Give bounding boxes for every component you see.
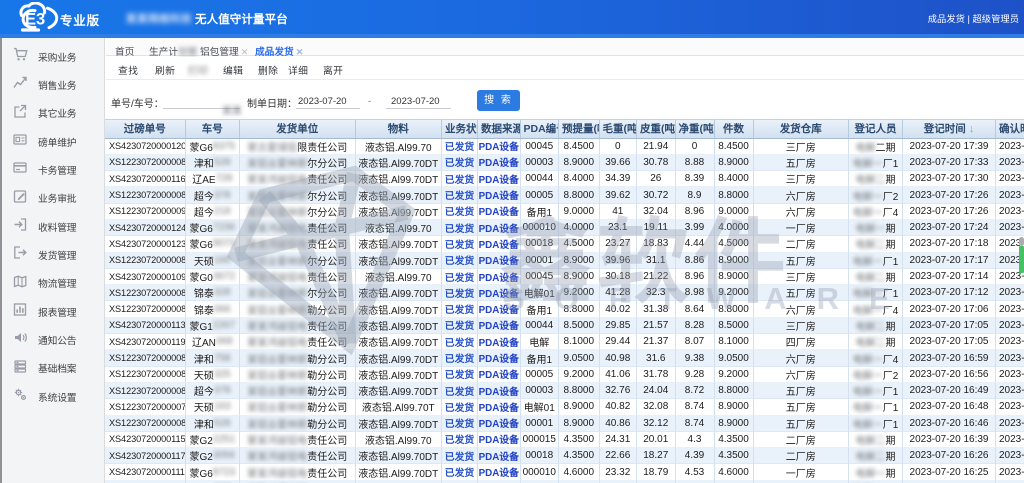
svg-text:E3: E3 — [25, 10, 45, 28]
